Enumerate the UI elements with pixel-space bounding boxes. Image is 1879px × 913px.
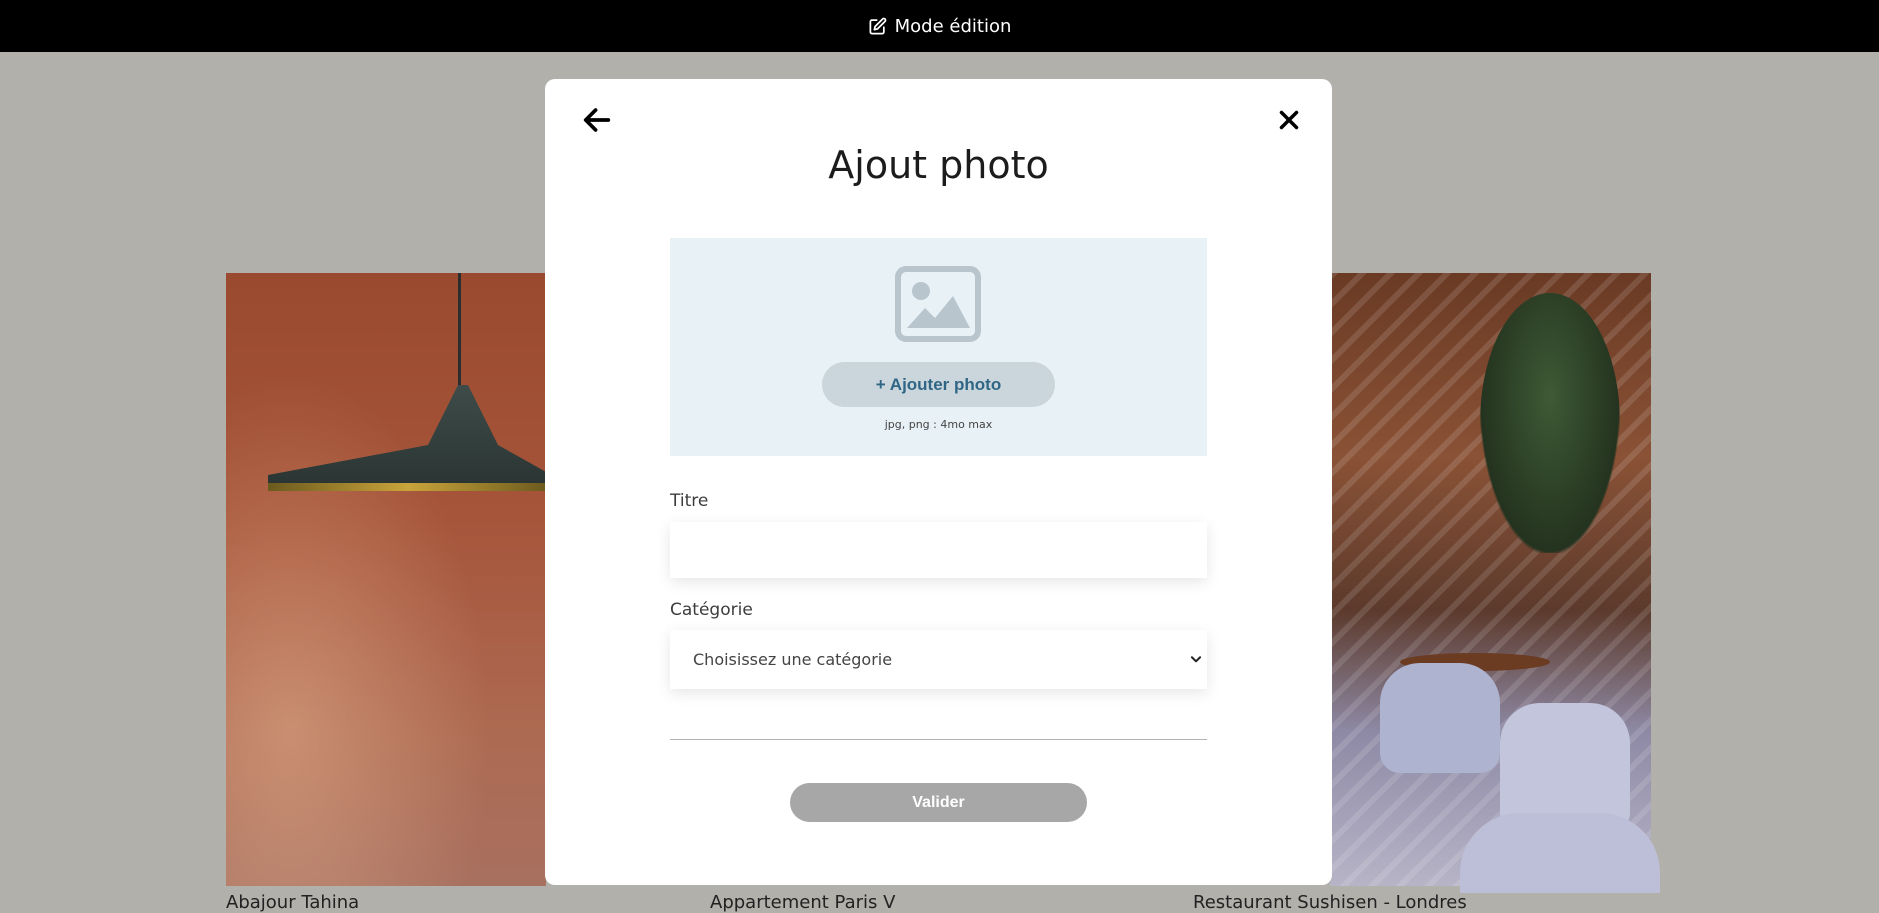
- edit-mode-label: Mode édition: [894, 15, 1012, 37]
- restaurant-chair: [1380, 663, 1500, 773]
- chevron-down-icon: [1190, 656, 1202, 663]
- restaurant-chair: [1460, 813, 1660, 893]
- edit-mode-banner: Mode édition: [0, 0, 1879, 52]
- close-icon: [1279, 110, 1299, 130]
- close-button[interactable]: [1274, 105, 1304, 135]
- title-label: Titre: [670, 491, 709, 511]
- back-button[interactable]: [580, 103, 614, 137]
- lamp-shade: [268, 385, 548, 489]
- edit-icon: [869, 17, 886, 34]
- gallery-image-restaurant[interactable]: [1330, 273, 1660, 893]
- gallery-image-lamp[interactable]: [226, 273, 548, 886]
- category-selected-value: Choisissez une catégorie: [693, 650, 893, 669]
- submit-button[interactable]: Valider: [790, 783, 1087, 822]
- category-label: Catégorie: [670, 600, 753, 620]
- lamp-cord: [458, 273, 461, 391]
- upload-hint: jpg, png : 4mo max: [884, 418, 993, 431]
- category-select[interactable]: Choisissez une catégorie: [670, 630, 1207, 689]
- add-photo-modal: Ajout photo + Ajouter photo jpg, png : 4…: [545, 79, 1332, 885]
- modal-title: Ajout photo: [828, 143, 1049, 187]
- photo-upload-zone[interactable]: + Ajouter photo jpg, png : 4mo max: [670, 238, 1207, 456]
- image-placeholder-icon: [895, 266, 981, 342]
- lamp-glow: [268, 483, 548, 491]
- form-divider: [670, 739, 1207, 740]
- add-photo-button[interactable]: + Ajouter photo: [822, 362, 1055, 407]
- arrow-left-icon: [583, 108, 611, 132]
- restaurant-plant: [1480, 293, 1620, 553]
- title-input[interactable]: [670, 522, 1207, 578]
